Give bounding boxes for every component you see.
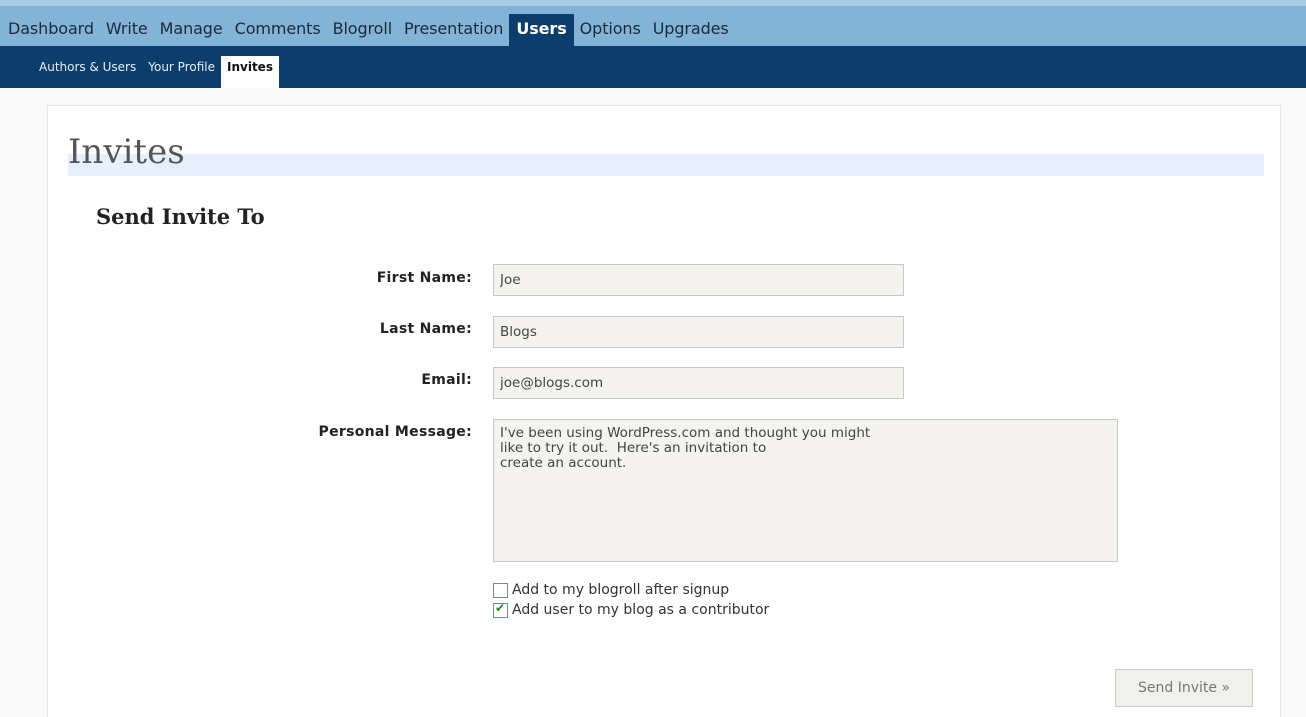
contributor-checkbox[interactable]: [493, 601, 508, 618]
nav-blogroll[interactable]: Blogroll: [327, 14, 398, 44]
contributor-option[interactable]: Add user to my blog as a contributor: [493, 601, 770, 618]
last-name-field[interactable]: [493, 316, 904, 348]
content-panel: Invites Send Invite To First Name: Last …: [47, 105, 1281, 717]
blogroll-option[interactable]: Add to my blogroll after signup: [493, 582, 729, 598]
last-name-label: Last Name:: [379, 321, 472, 337]
nav-comments[interactable]: Comments: [229, 14, 327, 44]
personal-message-label: Personal Message:: [318, 424, 472, 440]
email-field[interactable]: [493, 367, 904, 399]
subnav-authors-users[interactable]: Authors & Users: [33, 56, 142, 88]
nav-dashboard[interactable]: Dashboard: [2, 14, 100, 44]
subnav-invites[interactable]: Invites: [221, 56, 279, 88]
first-name-field[interactable]: [493, 264, 904, 296]
blogroll-checkbox[interactable]: [493, 582, 508, 598]
page-title: Invites: [68, 132, 1264, 176]
sub-navigation: Authors & Users Your Profile Invites: [0, 46, 1306, 88]
personal-message-field[interactable]: I've been using WordPress.com and though…: [493, 419, 1118, 562]
blogroll-checkbox-label: Add to my blogroll after signup: [512, 582, 730, 598]
email-label: Email:: [421, 372, 472, 388]
nav-options[interactable]: Options: [574, 14, 647, 44]
first-name-label: First Name:: [376, 270, 472, 286]
nav-presentation[interactable]: Presentation: [398, 14, 509, 44]
nav-upgrades[interactable]: Upgrades: [647, 14, 735, 44]
top-navigation: Dashboard Write Manage Comments Blogroll…: [0, 0, 1306, 52]
send-invite-button[interactable]: Send Invite »: [1115, 669, 1253, 707]
contributor-checkbox-label: Add user to my blog as a contributor: [512, 602, 770, 618]
nav-manage[interactable]: Manage: [154, 14, 229, 44]
nav-write[interactable]: Write: [100, 14, 154, 44]
section-title: Send Invite To: [96, 204, 265, 229]
subnav-your-profile[interactable]: Your Profile: [142, 56, 221, 88]
